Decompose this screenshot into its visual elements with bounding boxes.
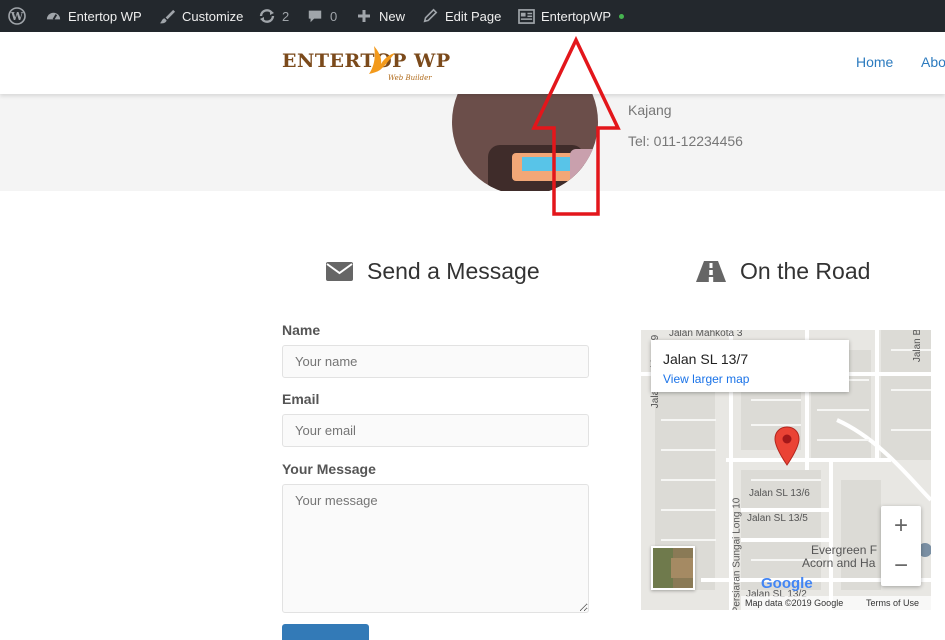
google-logo: Google bbox=[761, 575, 813, 592]
terms-of-use-link[interactable]: Terms of Use bbox=[866, 598, 919, 608]
envelope-icon bbox=[326, 262, 353, 281]
site-header: ENTERTOP WP Web Builder Home Abo bbox=[0, 32, 945, 94]
name-label: Name bbox=[282, 322, 321, 338]
map-info-card: Jalan SL 13/7 View larger map bbox=[651, 340, 849, 392]
customize-label: Customize bbox=[182, 8, 244, 24]
nav-about[interactable]: Abo bbox=[921, 54, 945, 70]
comments-link[interactable]: 0 bbox=[306, 0, 337, 32]
red-arrow-annotation bbox=[531, 36, 621, 216]
wordpress-logo-button[interactable]: W bbox=[8, 0, 26, 32]
zoom-out-button[interactable]: − bbox=[881, 546, 921, 586]
theme-label: EntertopWP bbox=[541, 8, 612, 24]
nav-home[interactable]: Home bbox=[856, 54, 893, 70]
status-dot bbox=[619, 13, 625, 19]
view-larger-map-link[interactable]: View larger map bbox=[663, 372, 749, 386]
edit-page-label: Edit Page bbox=[445, 8, 502, 24]
comment-icon bbox=[306, 7, 324, 25]
zoom-in-button[interactable]: + bbox=[881, 506, 921, 546]
admin-bar: W Entertop WP Customize 2 0 New Edit Pag… bbox=[0, 0, 945, 32]
name-input[interactable] bbox=[282, 345, 589, 378]
svg-text:W: W bbox=[10, 10, 24, 23]
road-label: Jalan Mahkota 3 bbox=[669, 330, 743, 339]
plus-icon bbox=[355, 7, 373, 25]
dashboard-icon bbox=[44, 7, 62, 25]
place-label: Evergreen F bbox=[811, 543, 878, 557]
theme-link[interactable]: EntertopWP bbox=[517, 0, 625, 32]
map-card-title: Jalan SL 13/7 bbox=[663, 351, 749, 367]
satellite-toggle[interactable] bbox=[651, 546, 695, 590]
road-icon bbox=[696, 261, 726, 282]
send-message-heading: Send a Message bbox=[326, 258, 540, 285]
pencil-icon bbox=[421, 7, 439, 25]
edit-page-link[interactable]: Edit Page bbox=[421, 0, 501, 32]
message-label: Your Message bbox=[282, 461, 376, 477]
layout-icon bbox=[517, 7, 535, 25]
bird-logo-icon bbox=[369, 46, 395, 74]
map-pin-icon[interactable] bbox=[774, 426, 800, 466]
send-button[interactable] bbox=[282, 624, 369, 640]
road-label: Jalan SL 13/6 bbox=[749, 488, 810, 499]
updates-count: 2 bbox=[282, 8, 290, 24]
map-data-attribution: Map data ©2019 Google bbox=[745, 598, 844, 608]
wordpress-icon: W bbox=[8, 7, 26, 25]
hero-section: Kajang Tel: 011-12234456 bbox=[0, 94, 945, 191]
paintbrush-icon bbox=[158, 7, 176, 25]
comments-count: 0 bbox=[330, 8, 338, 24]
new-content-link[interactable]: New bbox=[355, 0, 405, 32]
send-message-title: Send a Message bbox=[367, 258, 540, 284]
logo-subtitle: Web Builder bbox=[388, 74, 432, 82]
zoom-controls: + − bbox=[881, 506, 921, 586]
message-textarea[interactable] bbox=[282, 484, 589, 613]
customize-link[interactable]: Customize bbox=[158, 0, 243, 32]
place-label: Acorn and Ha bbox=[802, 556, 876, 570]
email-input[interactable] bbox=[282, 414, 589, 447]
road-label: Jalan B bbox=[912, 330, 924, 363]
updates-link[interactable]: 2 bbox=[258, 0, 289, 32]
site-name-label: Entertop WP bbox=[68, 8, 142, 24]
hero-city: Kajang bbox=[628, 102, 672, 118]
new-label: New bbox=[379, 8, 406, 24]
road-label: Persiaran Sungai Long 10 bbox=[731, 497, 743, 610]
road-label: Jalan SL 13/5 bbox=[747, 513, 808, 524]
on-the-road-heading: On the Road bbox=[696, 258, 870, 285]
google-map[interactable]: Jalan Mahkota 3 Jalan Mahkota 9 Jalan SL… bbox=[641, 330, 931, 610]
on-the-road-title: On the Road bbox=[740, 258, 871, 284]
site-name-link[interactable]: Entertop WP bbox=[44, 0, 142, 32]
email-label: Email bbox=[282, 391, 320, 407]
hero-phone: Tel: 011-12234456 bbox=[628, 133, 743, 149]
updates-icon bbox=[258, 7, 276, 25]
map-footer: Map data ©2019 Google Terms of Use bbox=[741, 596, 931, 610]
